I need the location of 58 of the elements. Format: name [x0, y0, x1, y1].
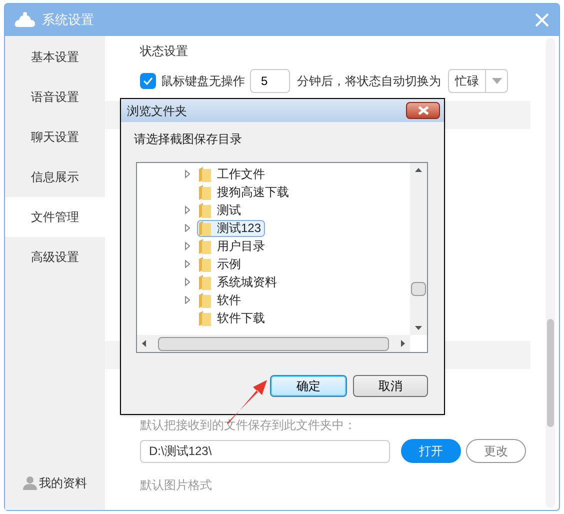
scrollbar[interactable]: [546, 38, 555, 508]
minutes-field[interactable]: 5: [250, 69, 290, 93]
folder-icon: [199, 238, 211, 254]
section-heading: 状态设置: [140, 43, 189, 60]
horizontal-scrollbar[interactable]: [137, 335, 410, 352]
folder-item[interactable]: 测试123: [197, 220, 266, 236]
cancel-button[interactable]: 取消: [353, 375, 428, 397]
right-arrow-icon[interactable]: [401, 340, 405, 347]
folder-item[interactable]: 软件下载: [197, 310, 269, 326]
left-arrow-icon[interactable]: [142, 340, 146, 347]
dialog-title: 浏览文件夹: [127, 102, 187, 120]
scrollbar-thumb[interactable]: [158, 336, 389, 350]
vertical-scrollbar[interactable]: [410, 163, 427, 335]
close-button[interactable]: [406, 102, 440, 119]
folder-item[interactable]: 测试: [197, 202, 245, 218]
path-field[interactable]: D:\测试123\: [140, 440, 390, 462]
folder-item[interactable]: 搜狗高速下载: [197, 184, 293, 200]
dialog-prompt: 请选择截图保存目录: [134, 131, 243, 148]
person-icon: [23, 476, 37, 490]
up-arrow-icon[interactable]: [415, 168, 422, 172]
ok-button[interactable]: 确定: [270, 375, 347, 397]
caret-icon: [492, 78, 502, 84]
checkbox-label: 鼠标键盘无操作: [161, 73, 245, 90]
expand-arrow-icon[interactable]: [185, 260, 190, 268]
down-arrow-icon[interactable]: [415, 326, 422, 330]
close-icon[interactable]: [534, 12, 550, 28]
check-icon: [143, 77, 153, 85]
scrollbar-thumb[interactable]: [547, 319, 554, 427]
expand-arrow-icon[interactable]: [185, 224, 190, 232]
expand-arrow-icon[interactable]: [185, 170, 190, 178]
folder-item[interactable]: 工作文件: [197, 166, 269, 182]
expand-arrow-icon[interactable]: [185, 242, 190, 250]
profile-link[interactable]: 我的资料: [39, 474, 87, 492]
folder-icon: [199, 220, 211, 236]
status-select[interactable]: 忙碌: [448, 69, 508, 93]
expand-arrow-icon[interactable]: [185, 296, 190, 304]
folder-icon: [199, 256, 211, 272]
folder-icon: [199, 292, 211, 308]
folder-icon: [199, 202, 211, 218]
folder-icon: [199, 274, 211, 290]
folder-icon: [199, 310, 211, 326]
folder-icon: [199, 184, 211, 200]
scrollbar-thumb[interactable]: [411, 282, 426, 296]
folder-item[interactable]: 用户目录: [197, 238, 269, 254]
folder-item[interactable]: 软件: [197, 292, 245, 308]
folder-item[interactable]: 示例: [197, 256, 245, 272]
cloud-icon: [14, 12, 36, 28]
expand-arrow-icon[interactable]: [185, 278, 190, 286]
folder-icon: [199, 166, 211, 182]
status-label: 分钟后，将状态自动切换为: [297, 73, 441, 90]
change-button[interactable]: 更改: [466, 439, 526, 463]
checkbox[interactable]: [140, 73, 156, 89]
close-icon: [418, 106, 428, 115]
folder-item[interactable]: 系统城资料: [197, 274, 281, 290]
section-heading: 默认图片格式: [140, 477, 213, 494]
expand-arrow-icon[interactable]: [185, 206, 190, 214]
window-title: 系统设置: [42, 11, 94, 30]
sidebar-item[interactable]: 文件管理: [5, 197, 105, 237]
